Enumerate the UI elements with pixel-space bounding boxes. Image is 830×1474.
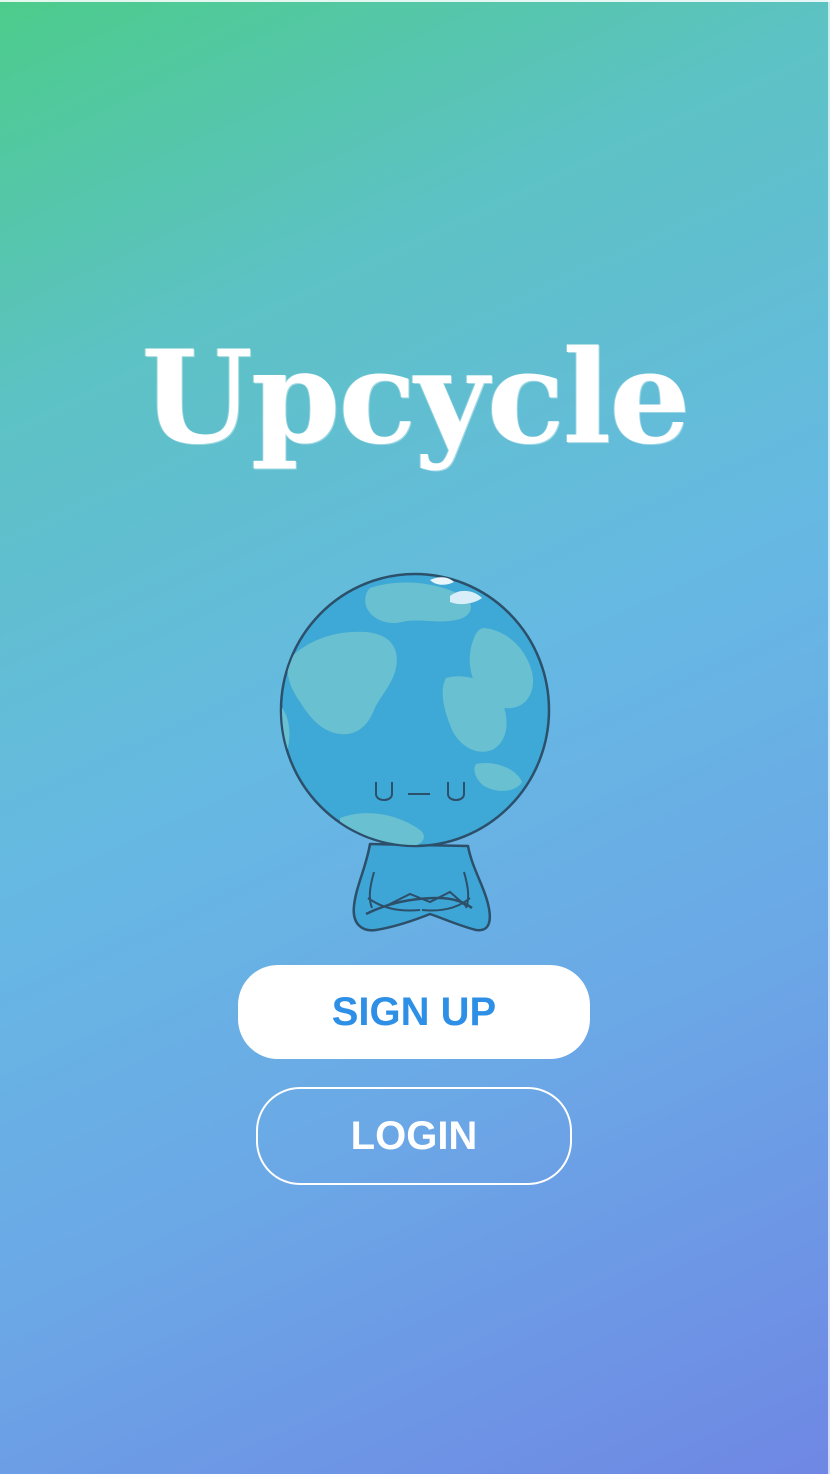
welcome-screen: Upcycle SIGN UP LOGIN	[0, 0, 830, 1474]
top-divider	[0, 0, 830, 2]
mascot-body	[352, 842, 492, 932]
login-button[interactable]: LOGIN	[256, 1087, 572, 1185]
earth-mascot-icon	[279, 572, 551, 932]
globe	[279, 572, 551, 848]
signup-button[interactable]: SIGN UP	[238, 965, 590, 1059]
app-title: Upcycle	[141, 323, 690, 473]
